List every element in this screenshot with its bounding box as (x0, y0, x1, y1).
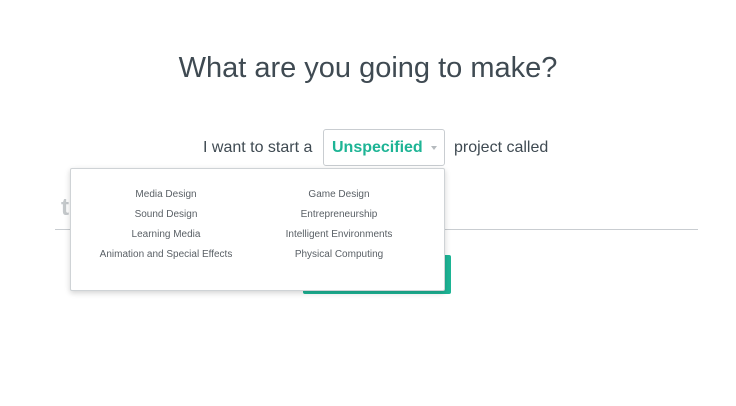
dropdown-option-animation[interactable]: Animation and Special Effects (76, 248, 256, 268)
dropdown-option-intelligent-environments[interactable]: Intelligent Environments (249, 228, 429, 248)
sentence-prefix: I want to start a (203, 139, 313, 156)
page-heading: What are you going to make? (178, 52, 558, 84)
sentence-suffix: project called (454, 139, 549, 156)
dropdown-option-physical-computing[interactable]: Physical Computing (249, 248, 429, 268)
chevron-down-icon (431, 146, 437, 150)
dropdown-column-right: Game Design Entrepreneurship Intelligent… (249, 188, 429, 268)
dropdown-option-sound-design[interactable]: Sound Design (76, 208, 256, 228)
category-selected-value: Unspecified (332, 139, 423, 156)
dropdown-option-media-design[interactable]: Media Design (76, 188, 256, 208)
dropdown-option-learning-media[interactable]: Learning Media (76, 228, 256, 248)
category-dropdown-menu: Media Design Sound Design Learning Media… (70, 168, 445, 291)
dropdown-option-game-design[interactable]: Game Design (249, 188, 429, 208)
dropdown-column-left: Media Design Sound Design Learning Media… (76, 188, 256, 268)
dropdown-option-entrepreneurship[interactable]: Entrepreneurship (249, 208, 429, 228)
create-project-page: What are you going to make? I want to st… (0, 0, 736, 406)
category-select[interactable]: Unspecified (323, 129, 445, 166)
